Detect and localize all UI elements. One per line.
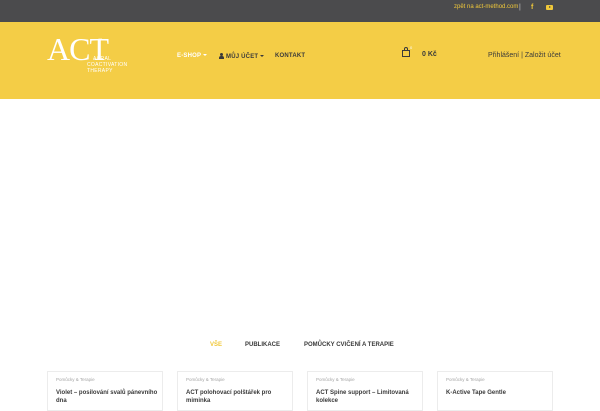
- nav-account-label: MŮJ ÚČET: [226, 54, 259, 60]
- filter-all-tab[interactable]: VŠE: [210, 342, 222, 348]
- product-title[interactable]: Violet – posilování svalů pánevního dna: [56, 389, 158, 405]
- register-link[interactable]: Založit účet: [525, 52, 561, 59]
- auth-links: Přihlášení | Založit účet: [488, 52, 561, 59]
- cart-count-badge: 0: [410, 45, 413, 50]
- facebook-icon[interactable]: f: [531, 4, 533, 11]
- login-link[interactable]: Přihlášení: [488, 52, 519, 59]
- top-bar: zpět na act-method.com | f: [0, 0, 600, 22]
- user-icon: [219, 53, 224, 59]
- chevron-down-icon: [260, 55, 265, 58]
- auth-separator: |: [521, 52, 523, 59]
- filter-publications-tab[interactable]: PUBLIKACE: [245, 342, 280, 348]
- product-category: Pomůcky & Terapie: [316, 377, 355, 382]
- product-category: Pomůcky & Terapie: [186, 377, 225, 382]
- logo-trademark: ™: [98, 37, 102, 42]
- cart-button[interactable]: 0: [401, 45, 413, 57]
- nav-contact[interactable]: KONTAKT: [275, 53, 305, 59]
- nav-eshop[interactable]: E-SHOP: [177, 53, 208, 59]
- nav-eshop-label: E-SHOP: [177, 53, 202, 59]
- act-logo[interactable]: ACT ™ ACRAL COACTIVATION THERAPY: [47, 33, 127, 79]
- product-card[interactable]: Pomůcky & Terapie ACT Spine support – Li…: [307, 371, 423, 411]
- product-title[interactable]: ACT Spine support – Limitovaná kolekce: [316, 389, 418, 405]
- product-category: Pomůcky & Terapie: [56, 377, 95, 382]
- back-to-site-link[interactable]: zpět na act-method.com: [454, 4, 518, 10]
- product-title[interactable]: K-Active Tape Gentle: [446, 389, 548, 397]
- product-card[interactable]: Pomůcky & Terapie ACT polohovací polštář…: [177, 371, 293, 411]
- product-card[interactable]: Pomůcky & Terapie K-Active Tape Gentle: [437, 371, 553, 411]
- youtube-icon[interactable]: [546, 5, 553, 10]
- chevron-down-icon: [203, 54, 208, 57]
- product-card[interactable]: Pomůcky & Terapie Violet – posilování sv…: [47, 371, 163, 411]
- product-category: Pomůcky & Terapie: [446, 377, 485, 382]
- cart-total[interactable]: 0 Kč: [422, 51, 437, 58]
- topbar-divider: |: [519, 4, 521, 11]
- product-title[interactable]: ACT polohovací polštářek pro miminka: [186, 389, 288, 405]
- logo-line-3: THERAPY: [87, 68, 113, 74]
- filter-aids-tab[interactable]: POMŮCKY CVIČENÍ A TERAPIE: [304, 342, 394, 348]
- nav-my-account[interactable]: MŮJ ÚČET: [219, 53, 265, 60]
